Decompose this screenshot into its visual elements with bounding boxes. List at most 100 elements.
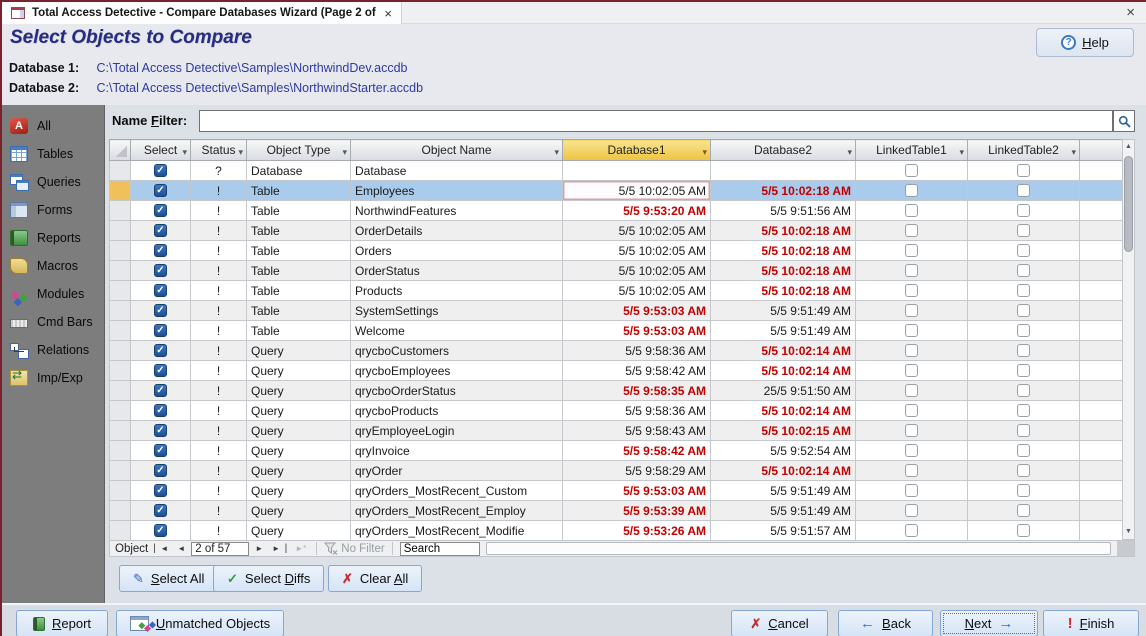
column-header-linkedtable2[interactable]: LinkedTable2 ▾ [967, 139, 1080, 161]
chevron-down-icon[interactable]: ▾ [554, 143, 559, 160]
sidebar-item-relations[interactable]: Relations [2, 336, 104, 364]
object-name-cell[interactable]: Orders [350, 240, 563, 261]
select-cell[interactable] [130, 500, 191, 521]
first-record-icon[interactable]: ▏◄ [151, 544, 171, 553]
select-cell[interactable] [130, 300, 191, 321]
database2-cell[interactable]: 5/5 10:02:18 AM [710, 180, 856, 201]
select-checkbox[interactable] [154, 383, 167, 397]
row-selector[interactable] [109, 400, 131, 421]
unmatched-objects-button[interactable]: Unmatched Objects [116, 610, 284, 636]
select-all-button[interactable]: ✎ Select All [119, 565, 219, 592]
select-cell[interactable] [130, 160, 191, 181]
linkedtable2-checkbox[interactable] [1017, 343, 1030, 357]
linkedtable1-cell[interactable] [855, 200, 968, 221]
database1-cell[interactable]: 5/5 9:58:36 AM [562, 340, 711, 361]
linkedtable2-checkbox[interactable] [1017, 163, 1030, 177]
database2-cell[interactable]: 5/5 9:52:54 AM [710, 440, 856, 461]
chevron-down-icon[interactable]: ▾ [182, 143, 187, 160]
linkedtable2-checkbox[interactable] [1017, 303, 1030, 317]
row-selector[interactable] [109, 260, 131, 281]
vertical-scrollbar-thumb[interactable] [1124, 156, 1133, 252]
linkedtable1-checkbox[interactable] [905, 483, 918, 497]
object-name-cell[interactable]: SystemSettings [350, 300, 563, 321]
object-name-cell[interactable]: NorthwindFeatures [350, 200, 563, 221]
column-header-select[interactable]: Select ▾ [130, 139, 191, 161]
sidebar-item-all[interactable]: All [2, 112, 104, 140]
database1-cell[interactable]: 5/5 9:53:03 AM [562, 480, 711, 501]
chevron-down-icon[interactable]: ▾ [847, 143, 852, 160]
next-record-icon[interactable]: ► [252, 544, 266, 553]
linkedtable2-cell[interactable] [967, 520, 1080, 541]
linkedtable1-checkbox[interactable] [905, 503, 918, 517]
row-selector[interactable] [109, 380, 131, 401]
vertical-scrollbar[interactable]: ▲ ▼ [1122, 139, 1135, 540]
linkedtable2-checkbox[interactable] [1017, 383, 1030, 397]
select-cell[interactable] [130, 360, 191, 381]
linkedtable2-cell[interactable] [967, 460, 1080, 481]
row-selector[interactable] [109, 520, 131, 541]
row-selector[interactable] [109, 460, 131, 481]
row-selector[interactable] [109, 200, 131, 221]
linkedtable2-cell[interactable] [967, 240, 1080, 261]
scroll-up-icon[interactable]: ▲ [1123, 141, 1134, 153]
select-cell[interactable] [130, 320, 191, 341]
record-search-input[interactable] [399, 541, 480, 556]
object-name-cell[interactable]: qryInvoice [350, 440, 563, 461]
row-selector[interactable] [109, 340, 131, 361]
linkedtable1-checkbox[interactable] [905, 403, 918, 417]
database1-cell[interactable]: 5/5 10:02:05 AM [562, 280, 711, 301]
select-checkbox[interactable] [154, 423, 167, 437]
database2-cell[interactable]: 5/5 9:51:49 AM [710, 500, 856, 521]
back-button[interactable]: ← Back [838, 610, 933, 636]
row-selector[interactable] [109, 240, 131, 261]
tab-close-icon[interactable]: × [384, 7, 392, 20]
select-cell[interactable] [130, 280, 191, 301]
linkedtable1-cell[interactable] [855, 460, 968, 481]
linkedtable2-cell[interactable] [967, 180, 1080, 201]
object-name-cell[interactable]: qryOrders_MostRecent_Employ [350, 500, 563, 521]
database2-cell[interactable]: 5/5 10:02:14 AM [710, 360, 856, 381]
window-close-icon[interactable]: × [1126, 5, 1135, 20]
database1-cell[interactable]: 5/5 9:53:39 AM [562, 500, 711, 521]
linkedtable1-cell[interactable] [855, 440, 968, 461]
linkedtable2-cell[interactable] [967, 500, 1080, 521]
linkedtable1-cell[interactable] [855, 260, 968, 281]
database1-cell[interactable]: 5/5 10:02:05 AM [562, 240, 711, 261]
sidebar-item-modules[interactable]: Modules [2, 280, 104, 308]
column-header-object-name[interactable]: Object Name ▾ [350, 139, 563, 161]
database2-cell[interactable]: 5/5 10:02:14 AM [710, 460, 856, 481]
linkedtable2-checkbox[interactable] [1017, 463, 1030, 477]
select-checkbox[interactable] [154, 283, 167, 297]
next-button[interactable]: Next → [940, 610, 1038, 636]
chevron-down-icon[interactable]: ▾ [1071, 143, 1076, 160]
database1-cell[interactable]: 5/5 10:02:05 AM [562, 180, 711, 201]
linkedtable2-cell[interactable] [967, 380, 1080, 401]
sidebar-item-queries[interactable]: Queries [2, 168, 104, 196]
linkedtable1-cell[interactable] [855, 500, 968, 521]
select-checkbox[interactable] [154, 163, 167, 177]
linkedtable1-cell[interactable] [855, 420, 968, 441]
database2-cell[interactable]: 5/5 9:51:49 AM [710, 300, 856, 321]
database1-cell[interactable]: 5/5 9:53:20 AM [562, 200, 711, 221]
database2-cell[interactable]: 5/5 10:02:18 AM [710, 240, 856, 261]
sidebar-item-reports[interactable]: Reports [2, 224, 104, 252]
select-cell[interactable] [130, 240, 191, 261]
linkedtable2-checkbox[interactable] [1017, 443, 1030, 457]
window-tab[interactable]: Total Access Detective - Compare Databas… [2, 2, 402, 24]
database1-cell[interactable]: 5/5 10:02:05 AM [562, 220, 711, 241]
row-selector[interactable] [109, 220, 131, 241]
database2-cell[interactable]: 5/5 10:02:18 AM [710, 280, 856, 301]
database1-cell[interactable]: 5/5 9:58:36 AM [562, 400, 711, 421]
help-button[interactable]: Help [1036, 28, 1134, 57]
object-name-cell[interactable]: qryEmployeeLogin [350, 420, 563, 441]
linkedtable2-cell[interactable] [967, 280, 1080, 301]
select-cell[interactable] [130, 400, 191, 421]
select-checkbox[interactable] [154, 343, 167, 357]
linkedtable1-cell[interactable] [855, 380, 968, 401]
database2-cell[interactable]: 5/5 9:51:49 AM [710, 480, 856, 501]
object-name-cell[interactable]: qrycboOrderStatus [350, 380, 563, 401]
finish-button[interactable]: ! Finish [1043, 610, 1139, 636]
row-selector[interactable] [109, 500, 131, 521]
last-record-icon[interactable]: ►▕ [269, 544, 289, 553]
object-name-cell[interactable]: Database [350, 160, 563, 181]
